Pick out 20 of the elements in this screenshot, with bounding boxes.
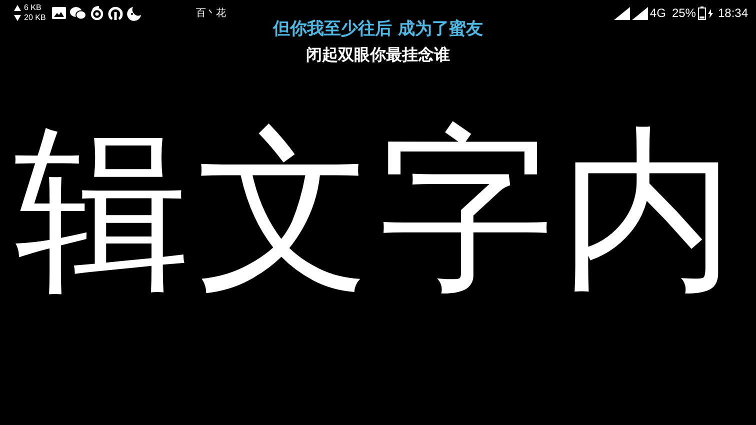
signal-icon: [614, 6, 630, 20]
lyric-line: 但你我至少往后 成为了蜜友: [273, 18, 483, 40]
upload-speed: 6 KB: [24, 3, 42, 13]
marquee-text: 辑文字内: [14, 122, 742, 298]
charging-bolt-icon: [708, 8, 713, 18]
upload-arrow-icon: [14, 5, 21, 11]
lyric-line: 闭起双眼你最挂念谁: [306, 44, 450, 66]
ring-arrow-icon: [108, 6, 123, 20]
network-type: 4G: [650, 6, 666, 20]
download-speed: 20 KB: [24, 13, 46, 23]
download-arrow-icon: [14, 15, 21, 21]
battery-icon: [698, 6, 706, 20]
battery-percent: 25%: [672, 6, 696, 20]
signal-icon: [632, 6, 648, 20]
swirl-icon: [90, 6, 104, 20]
chat-bubbles-icon: [70, 6, 86, 20]
image-icon: [52, 7, 66, 19]
moon-icon: [126, 6, 142, 20]
carrier-name: 百丶花: [196, 6, 226, 20]
clock-time: 18:34: [718, 6, 748, 20]
